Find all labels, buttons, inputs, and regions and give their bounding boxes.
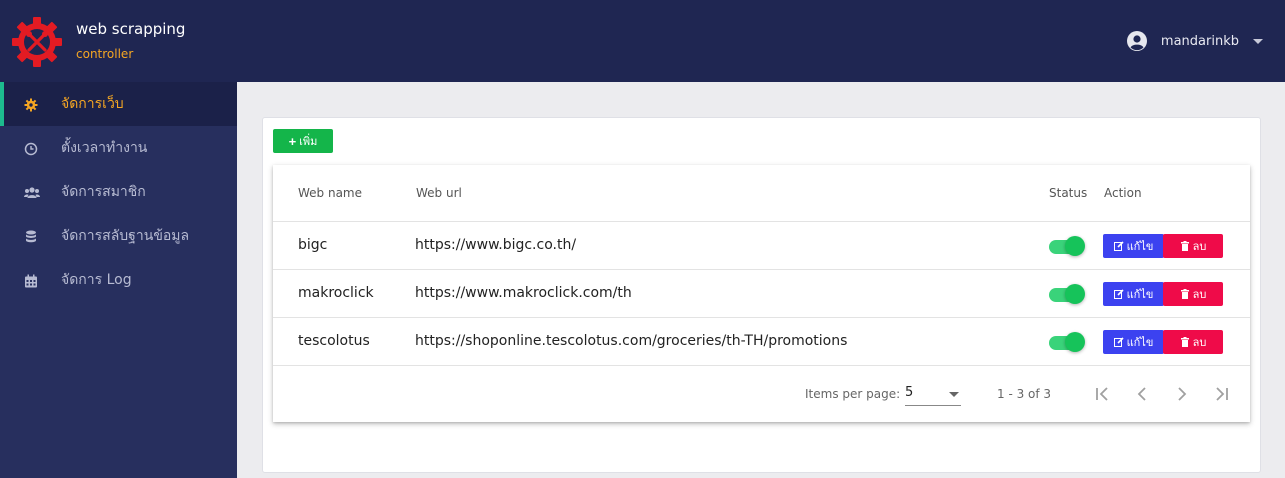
column-header-status: Status bbox=[1049, 186, 1088, 200]
table-row: bigc https://www.bigc.co.th/ แก้ไข ลบ bbox=[273, 222, 1250, 270]
caret-down-icon bbox=[949, 392, 959, 397]
caret-down-icon bbox=[1253, 38, 1263, 44]
toggle-knob bbox=[1065, 332, 1085, 352]
web-name-cell: bigc bbox=[298, 237, 328, 253]
items-per-page-select[interactable]: 5 bbox=[905, 384, 961, 406]
items-per-page-label: Items per page: bbox=[805, 387, 901, 401]
delete-button[interactable]: ลบ bbox=[1163, 282, 1223, 306]
username-label: mandarinkb bbox=[1160, 33, 1239, 49]
web-url-cell: https://shoponline.tescolotus.com/grocer… bbox=[415, 333, 848, 349]
next-page-icon[interactable] bbox=[1170, 382, 1194, 406]
edit-icon bbox=[1113, 337, 1124, 347]
users-icon bbox=[24, 185, 40, 199]
edit-button[interactable]: แก้ไข bbox=[1103, 330, 1164, 354]
delete-button[interactable]: ลบ bbox=[1163, 234, 1223, 258]
clock-icon bbox=[24, 141, 38, 156]
sidebar-item-log[interactable]: จัดการ Log bbox=[0, 258, 237, 302]
sidebar: จัดการเว็บ ตั้งเวลาทำงาน จัดการสมาชิก จั… bbox=[0, 82, 237, 478]
top-bar: web scrapping controller mandarinkb bbox=[0, 0, 1285, 82]
gear-icon bbox=[24, 97, 38, 112]
plus-icon: + bbox=[288, 133, 297, 149]
column-header-web-name: Web name bbox=[298, 186, 363, 200]
paginator: Items per page: 5 1 - 3 of 3 bbox=[273, 366, 1250, 422]
sidebar-item-manage-web[interactable]: จัดการเว็บ bbox=[0, 82, 237, 126]
table-row: tescolotus https://shoponline.tescolotus… bbox=[273, 318, 1250, 366]
sidebar-item-members[interactable]: จัดการสมาชิก bbox=[0, 170, 237, 214]
items-per-page-value: 5 bbox=[905, 385, 914, 400]
web-name-cell: tescolotus bbox=[298, 333, 370, 349]
edit-button-label: แก้ไข bbox=[1126, 337, 1154, 349]
delete-button-label: ลบ bbox=[1192, 337, 1207, 349]
web-name-cell: makroclick bbox=[298, 285, 374, 301]
edit-button[interactable]: แก้ไข bbox=[1103, 282, 1164, 306]
user-avatar-icon bbox=[1126, 31, 1147, 51]
delete-button-label: ลบ bbox=[1192, 241, 1207, 253]
sidebar-item-label: จัดการเว็บ bbox=[61, 96, 124, 112]
sidebar-item-label: จัดการ Log bbox=[61, 272, 132, 288]
sidebar-item-label: จัดการสลับฐานข้อมูล bbox=[61, 228, 190, 244]
status-toggle[interactable] bbox=[1049, 332, 1085, 352]
delete-button-label: ลบ bbox=[1192, 289, 1207, 301]
edit-icon bbox=[1113, 289, 1124, 299]
range-label: 1 - 3 of 3 bbox=[997, 387, 1052, 401]
trash-icon bbox=[1180, 241, 1190, 251]
edit-button[interactable]: แก้ไข bbox=[1103, 234, 1164, 258]
sidebar-item-schedule[interactable]: ตั้งเวลาทำงาน bbox=[0, 126, 237, 170]
web-url-cell: https://www.bigc.co.th/ bbox=[415, 237, 577, 253]
add-button[interactable]: + เพิ่ม bbox=[273, 129, 333, 153]
trash-icon bbox=[1180, 337, 1190, 347]
column-header-web-url: Web url bbox=[416, 186, 462, 200]
previous-page-icon[interactable] bbox=[1130, 382, 1154, 406]
column-header-action: Action bbox=[1104, 186, 1142, 200]
sidebar-item-label: จัดการสมาชิก bbox=[61, 184, 146, 200]
gear-tools-logo-icon bbox=[11, 16, 63, 68]
first-page-icon[interactable] bbox=[1090, 382, 1114, 406]
toggle-knob bbox=[1065, 284, 1085, 304]
brand-title: web scrapping bbox=[76, 20, 186, 38]
table-row: makroclick https://www.makroclick.com/th… bbox=[273, 270, 1250, 318]
brand-subtitle: controller bbox=[76, 47, 134, 61]
edit-button-label: แก้ไข bbox=[1126, 289, 1154, 301]
calendar-icon bbox=[24, 273, 38, 288]
database-icon bbox=[24, 229, 38, 243]
status-toggle[interactable] bbox=[1049, 284, 1085, 304]
trash-icon bbox=[1180, 289, 1190, 299]
last-page-icon[interactable] bbox=[1210, 382, 1234, 406]
user-menu[interactable]: mandarinkb bbox=[1126, 30, 1263, 52]
delete-button[interactable]: ลบ bbox=[1163, 330, 1223, 354]
web-url-cell: https://www.makroclick.com/th bbox=[415, 285, 632, 301]
edit-button-label: แก้ไข bbox=[1126, 241, 1154, 253]
status-toggle[interactable] bbox=[1049, 236, 1085, 256]
toggle-knob bbox=[1065, 236, 1085, 256]
sidebar-item-switch-database[interactable]: จัดการสลับฐานข้อมูล bbox=[0, 214, 237, 258]
web-table-card: Web name Web url Status Action bigc http… bbox=[273, 165, 1250, 422]
edit-icon bbox=[1113, 241, 1124, 251]
sidebar-item-label: ตั้งเวลาทำงาน bbox=[61, 140, 148, 156]
add-button-label: เพิ่ม bbox=[299, 136, 318, 148]
